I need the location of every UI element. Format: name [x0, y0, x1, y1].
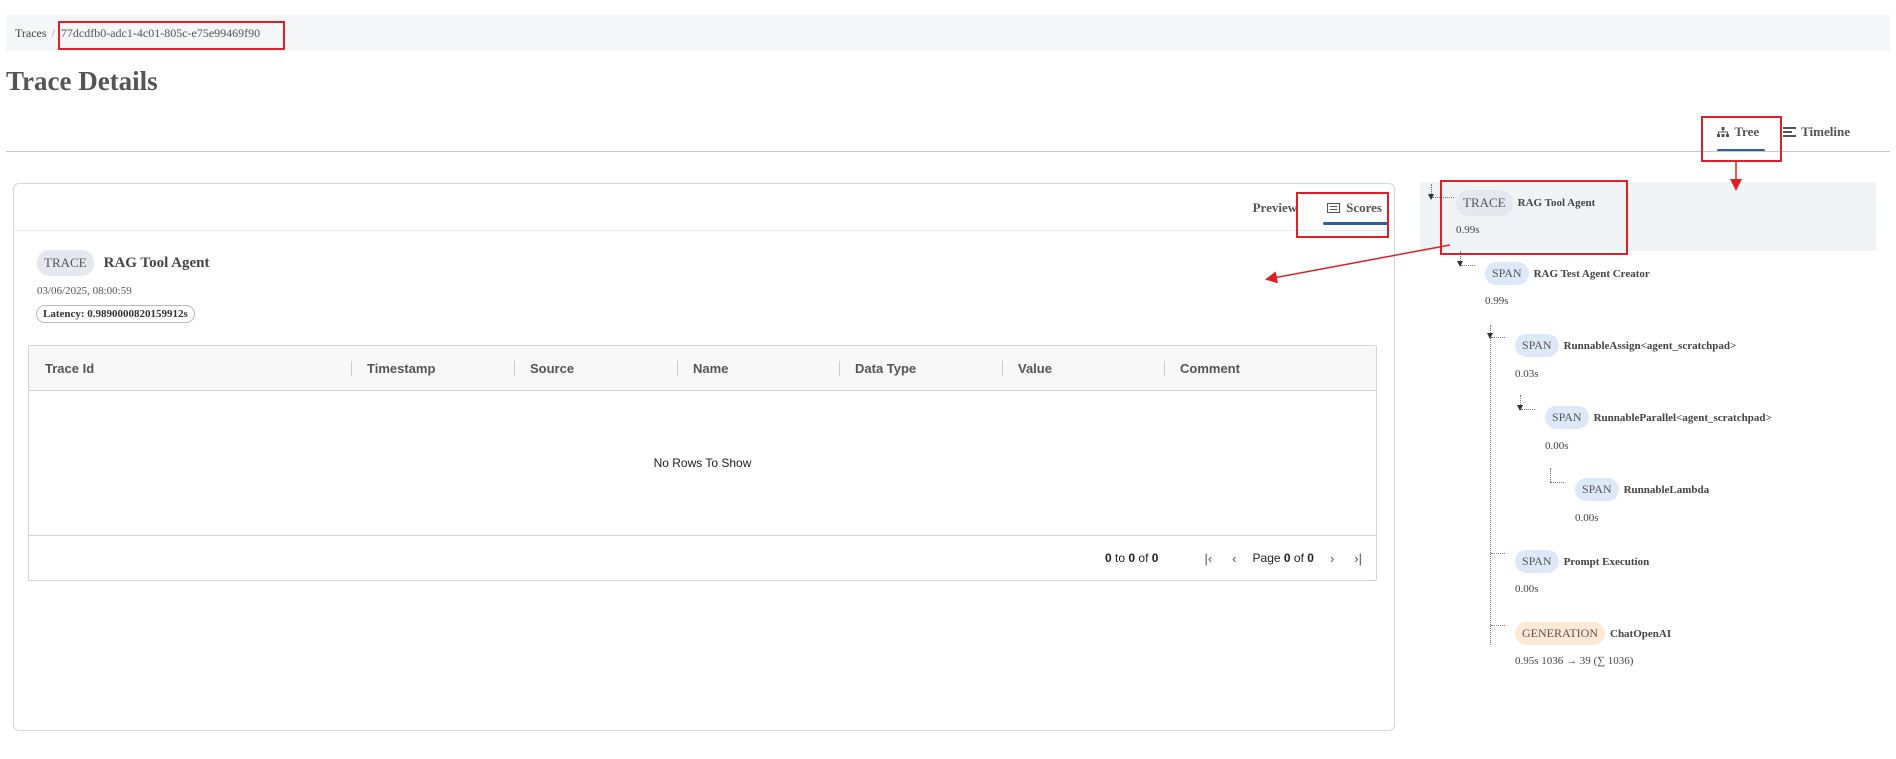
node-duration: 0.00s	[1515, 583, 1539, 595]
node-type-badge: SPAN	[1515, 334, 1559, 357]
page-indicator: Page 0 of 0	[1252, 551, 1314, 565]
panel-tabs: Preview Scores	[1245, 194, 1390, 225]
scores-table: Trace Id Timestamp Source Name Data Type…	[28, 345, 1377, 581]
timeline-icon	[1783, 127, 1797, 137]
trace-tree: TRACE RAG Tool Agent 0.99s SPAN RAG Test…	[1420, 175, 1876, 667]
tree-connector	[1550, 468, 1551, 482]
latency-badge: Latency: 0.9890000820159912s	[36, 305, 195, 323]
tree-connector	[1491, 553, 1505, 554]
tree-connector	[1521, 409, 1535, 410]
tab-scores[interactable]: Scores	[1319, 194, 1390, 225]
row-range-total: 0	[1151, 551, 1159, 565]
node-name: RAG Tool Agent	[1517, 197, 1596, 209]
breadcrumb-separator: /	[51, 25, 55, 40]
column-header-comment[interactable]: Comment	[1164, 346, 1376, 390]
trace-detail-panel: Preview Scores TRACE RAG Tool Agent 03/0…	[13, 183, 1395, 731]
previous-page-icon[interactable]: ‹	[1228, 551, 1240, 566]
column-header-data-type[interactable]: Data Type	[839, 346, 1002, 390]
node-duration: 0.95s 1036 → 39 (∑ 1036)	[1515, 655, 1634, 667]
node-type-badge: SPAN	[1515, 550, 1559, 573]
trace-timestamp: 03/06/2025, 08:00:59	[37, 285, 132, 297]
page-current: 0	[1283, 551, 1291, 565]
tree-node-span[interactable]: SPAN RunnableAssign<agent_scratchpad>	[1515, 334, 1736, 357]
tree-connector	[1550, 482, 1564, 483]
trace-type-badge: TRACE	[37, 250, 94, 276]
page-total: 0	[1307, 551, 1314, 565]
tree-node-span[interactable]: SPAN Prompt Execution	[1515, 550, 1649, 573]
last-page-icon[interactable]: ›|	[1350, 551, 1366, 566]
node-type-badge: GENERATION	[1515, 622, 1605, 645]
column-header-timestamp[interactable]: Timestamp	[351, 346, 514, 390]
tree-node-span[interactable]: SPAN RAG Test Agent Creator	[1485, 262, 1650, 285]
node-duration: 0.99s	[1456, 224, 1480, 236]
node-type-badge: SPAN	[1485, 262, 1529, 285]
tree-node-span[interactable]: SPAN RunnableParallel<agent_scratchpad>	[1545, 406, 1772, 429]
collapse-arrow-icon[interactable]	[1457, 261, 1463, 267]
node-name: RunnableParallel<agent_scratchpad>	[1593, 411, 1772, 424]
trace-header: TRACE RAG Tool Agent	[37, 250, 209, 276]
node-name: RAG Test Agent Creator	[1533, 267, 1650, 280]
breadcrumb-trace-id: 77dcdfb0-adc1-4c01-805c-e75e99469f90	[60, 25, 261, 40]
tree-connector	[1491, 337, 1505, 338]
node-type-badge: TRACE	[1456, 190, 1513, 216]
tree-connector	[1491, 625, 1505, 626]
table-pagination: 0 to 0 of 0 |‹ ‹ Page 0 of 0 › ›|	[29, 536, 1376, 580]
first-page-icon[interactable]: |‹	[1200, 551, 1216, 566]
column-header-name[interactable]: Name	[677, 346, 839, 390]
node-name: RunnableLambda	[1623, 483, 1710, 496]
collapse-arrow-icon[interactable]	[1487, 333, 1493, 339]
table-header: Trace Id Timestamp Source Name Data Type…	[29, 346, 1376, 391]
tree-view-button[interactable]: Tree	[1705, 118, 1771, 152]
tab-preview-label: Preview	[1252, 200, 1298, 215]
node-duration: 0.00s	[1545, 440, 1569, 452]
column-header-trace-id[interactable]: Trace Id	[29, 346, 351, 390]
table-empty-state: No Rows To Show	[29, 391, 1376, 536]
node-name: ChatOpenAI	[1610, 627, 1672, 640]
breadcrumb: Traces / 77dcdfb0-adc1-4c01-805c-e75e994…	[6, 15, 1890, 51]
column-header-source[interactable]: Source	[514, 346, 677, 390]
tab-preview[interactable]: Preview	[1245, 194, 1306, 222]
next-page-icon[interactable]: ›	[1326, 551, 1338, 566]
tree-connector	[1461, 265, 1475, 266]
tree-node-generation[interactable]: GENERATION ChatOpenAI	[1515, 622, 1671, 645]
scores-icon	[1327, 203, 1341, 213]
tree-view-label: Tree	[1734, 124, 1760, 139]
node-duration: 0.03s	[1515, 368, 1539, 380]
row-range-to: 0	[1128, 551, 1136, 565]
node-type-badge: SPAN	[1575, 478, 1619, 501]
breadcrumb-traces-link[interactable]: Traces	[15, 26, 47, 41]
panel-divider	[14, 230, 1394, 231]
node-type-badge: SPAN	[1545, 406, 1589, 429]
timeline-view-button[interactable]: Timeline	[1771, 118, 1862, 146]
header-divider	[6, 151, 1890, 152]
trace-name: RAG Tool Agent	[103, 254, 210, 271]
row-range: 0 to 0 of 0	[1105, 551, 1159, 565]
tree-node-trace[interactable]: TRACE RAG Tool Agent	[1456, 190, 1595, 216]
tree-node-span[interactable]: SPAN RunnableLambda	[1575, 478, 1709, 501]
empty-message: No Rows To Show	[653, 456, 752, 470]
tree-icon	[1717, 126, 1730, 137]
page-title: Trace Details	[6, 66, 158, 96]
node-duration: 0.99s	[1485, 295, 1509, 307]
node-name: RunnableAssign<agent_scratchpad>	[1563, 339, 1737, 352]
collapse-arrow-icon[interactable]	[1517, 405, 1523, 411]
view-toggle: Tree Timeline	[1705, 118, 1862, 152]
tree-connector	[1490, 325, 1491, 645]
node-duration: 0.00s	[1575, 512, 1599, 524]
column-header-value[interactable]: Value	[1002, 346, 1164, 390]
timeline-view-label: Timeline	[1801, 124, 1850, 139]
row-range-from: 0	[1105, 551, 1112, 565]
node-name: Prompt Execution	[1563, 555, 1650, 568]
tab-scores-label: Scores	[1346, 200, 1382, 215]
tree-connector	[1432, 197, 1454, 198]
